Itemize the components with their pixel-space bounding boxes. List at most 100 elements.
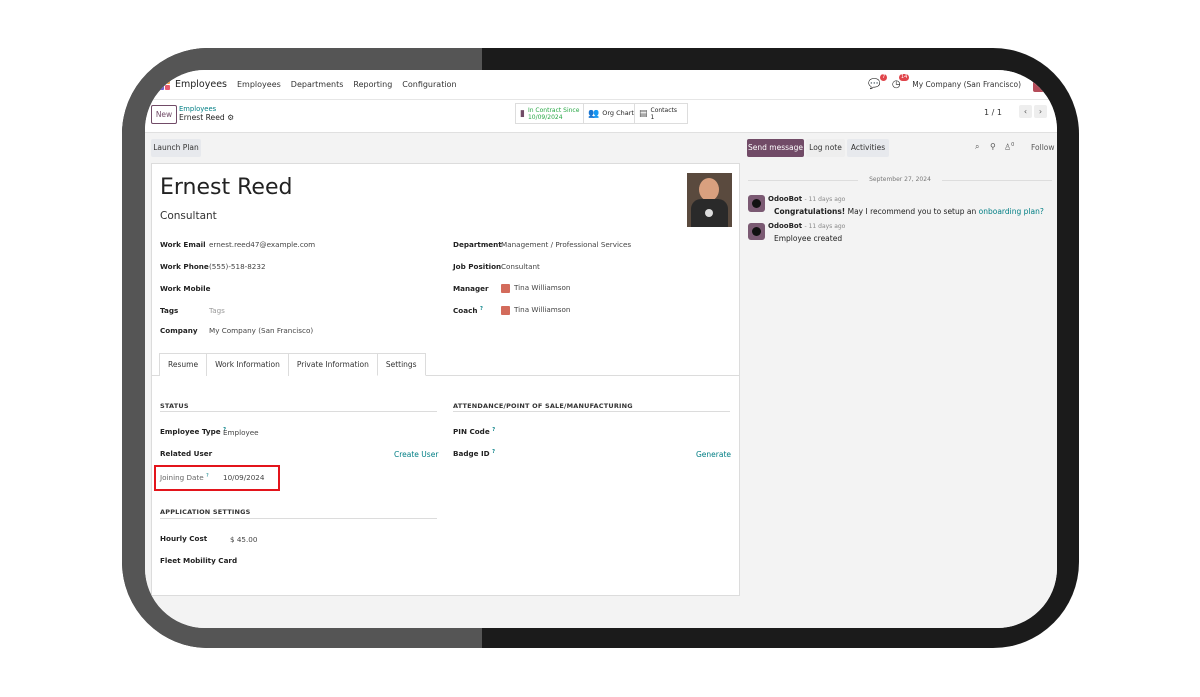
send-message-button[interactable]: Send message xyxy=(747,139,804,157)
app-screen: Employees Employees Departments Reportin… xyxy=(145,70,1057,628)
odoobot-avatar[interactable] xyxy=(748,195,765,212)
menu-employees[interactable]: Employees xyxy=(237,80,281,89)
new-button[interactable]: New xyxy=(151,105,177,124)
status-heading: STATUS xyxy=(160,402,189,410)
work-mobile-label: Work Mobile xyxy=(160,284,211,293)
coach-label-text: Coach xyxy=(453,306,478,315)
message-time: - 11 days ago xyxy=(804,223,846,230)
menu-reporting[interactable]: Reporting xyxy=(353,80,392,89)
application-settings-heading: APPLICATION SETTINGS xyxy=(160,508,251,516)
manager-avatar xyxy=(501,283,510,293)
job-position-value[interactable]: Consultant xyxy=(501,262,540,271)
application-settings-divider xyxy=(160,518,437,519)
tags-label: Tags xyxy=(160,306,179,315)
gear-icon[interactable]: ⚙ xyxy=(227,113,234,122)
manager-value: Tina Williamson xyxy=(514,283,571,292)
manager-label: Manager xyxy=(453,284,489,293)
contacts-smart-button[interactable]: ▤ Contacts 1 xyxy=(634,103,688,124)
follow-button[interactable]: Follow xyxy=(1031,143,1055,152)
employee-type-label: Employee Type ? xyxy=(160,427,226,436)
company-switcher[interactable]: My Company (San Francisco) xyxy=(912,80,1021,89)
help-icon[interactable]: ? xyxy=(206,473,209,479)
create-user-button[interactable]: Create User xyxy=(394,450,438,459)
menu-departments[interactable]: Departments xyxy=(291,80,344,89)
help-icon[interactable]: ? xyxy=(492,449,495,455)
status-divider xyxy=(160,411,437,412)
employee-job-title[interactable]: Consultant xyxy=(160,210,217,222)
employee-form-sheet: Ernest Reed Consultant Work Email ernest… xyxy=(151,163,740,596)
badge-id-label: Badge ID ? xyxy=(453,449,495,458)
user-avatar[interactable] xyxy=(1033,77,1047,92)
employee-photo[interactable] xyxy=(687,173,732,227)
date-separator-left xyxy=(748,180,858,181)
breadcrumb-current-label: Ernest Reed xyxy=(179,113,225,122)
department-label: Department xyxy=(453,240,502,249)
tab-settings[interactable]: Settings xyxy=(376,353,426,376)
chevron-right-icon[interactable]: › xyxy=(1034,105,1047,118)
onboarding-plan-link[interactable]: onboarding plan? xyxy=(979,207,1044,216)
app-name[interactable]: Employees xyxy=(175,79,227,90)
top-navbar: Employees Employees Departments Reportin… xyxy=(145,70,1057,100)
org-chart-smart-button[interactable]: 👥 Org Chart xyxy=(583,103,635,124)
coach-value: Tina Williamson xyxy=(514,305,571,314)
joining-date-value[interactable]: 10/09/2024 xyxy=(223,473,264,482)
coach-field[interactable]: Tina Williamson xyxy=(501,305,570,315)
work-phone-value[interactable]: (555)-518-8232 xyxy=(209,262,266,271)
tab-work-information[interactable]: Work Information xyxy=(206,353,289,376)
generate-badge-button[interactable]: Generate xyxy=(696,450,731,459)
author-name[interactable]: OdooBot xyxy=(768,222,802,230)
in-contract-date: 10/09/2024 xyxy=(527,113,563,121)
message-body: Employee created xyxy=(774,234,843,243)
pager-value[interactable]: 1 / 1 xyxy=(984,108,1002,117)
book-icon: ▮ xyxy=(520,108,525,119)
employee-name[interactable]: Ernest Reed xyxy=(160,175,292,200)
org-chart-label: Org Chart xyxy=(602,109,634,117)
manager-field[interactable]: Tina Williamson xyxy=(501,283,570,293)
notebook-tabs: Resume Work Information Private Informat… xyxy=(159,353,426,376)
followers-icon[interactable]: ♙0 xyxy=(1004,142,1014,152)
employee-type-value[interactable]: Employee xyxy=(223,428,259,437)
help-icon[interactable]: ? xyxy=(480,306,483,312)
company-value[interactable]: My Company (San Francisco) xyxy=(209,326,313,335)
message-text: May I recommend you to setup an xyxy=(845,207,979,216)
help-icon[interactable]: ? xyxy=(492,427,495,433)
work-mobile-input[interactable] xyxy=(209,284,429,294)
tab-private-information[interactable]: Private Information xyxy=(287,353,378,376)
hourly-cost-value[interactable]: $ 45.00 xyxy=(230,535,257,544)
author-name[interactable]: OdooBot xyxy=(768,195,802,203)
department-value[interactable]: Management / Professional Services xyxy=(501,240,631,249)
paperclip-icon[interactable]: ⚲ xyxy=(990,142,996,151)
joining-date-label: Joining Date ? xyxy=(160,473,209,482)
contacts-label: Contacts xyxy=(650,106,677,114)
date-separator-right xyxy=(942,180,1052,181)
odoobot-avatar[interactable] xyxy=(748,223,765,240)
activity-clock-icon[interactable]: ◷ 14 xyxy=(890,73,910,91)
launch-plan-button[interactable]: Launch Plan xyxy=(151,139,201,157)
in-contract-label: In Contract Since xyxy=(527,106,580,114)
joining-date-label-text: Joining Date xyxy=(160,473,204,482)
employees-app-icon[interactable] xyxy=(159,78,171,91)
breadcrumb-employees[interactable]: Employees xyxy=(179,105,216,113)
company-label: Company xyxy=(160,326,198,335)
attachments-count: 0 xyxy=(1011,142,1015,148)
in-contract-smart-button[interactable]: ▮ In Contract Since 10/09/2024 xyxy=(515,103,584,124)
pin-code-label-text: PIN Code xyxy=(453,427,490,436)
tab-resume[interactable]: Resume xyxy=(159,353,208,376)
tags-input[interactable]: Tags xyxy=(209,306,225,315)
log-note-button[interactable]: Log note xyxy=(806,139,845,157)
chevron-left-icon[interactable]: ‹ xyxy=(1019,105,1032,118)
discuss-icon[interactable]: 💬 7 xyxy=(868,73,888,91)
search-icon[interactable]: ⌕ xyxy=(975,142,979,152)
related-user-label: Related User xyxy=(160,449,213,458)
chatter-date: September 27, 2024 xyxy=(869,176,931,183)
employee-type-label-text: Employee Type xyxy=(160,427,221,436)
hourly-cost-label: Hourly Cost xyxy=(160,534,208,543)
menu-configuration[interactable]: Configuration xyxy=(402,80,456,89)
coach-avatar xyxy=(501,305,510,315)
message-author: OdooBot - 11 days ago xyxy=(768,222,845,230)
breadcrumb-current: Ernest Reed ⚙ xyxy=(179,113,234,122)
screenshot-stage: Employees Employees Departments Reportin… xyxy=(0,0,1200,697)
activities-button[interactable]: Activities xyxy=(847,139,889,157)
activity-badge: 14 xyxy=(898,73,910,81)
work-email-value[interactable]: ernest.reed47@example.com xyxy=(209,240,315,249)
